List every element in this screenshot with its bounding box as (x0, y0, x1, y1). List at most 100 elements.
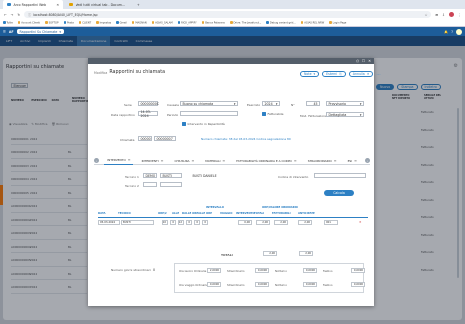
more-icon[interactable]: ⋯ (376, 72, 380, 77)
checkbox-checked[interactable] (262, 112, 266, 116)
grid-cell-v2[interactable]: 0 (170, 220, 176, 225)
tab-5[interactable]: STRAORDINARIO ☰ (305, 157, 340, 165)
bookmark-item[interactable]: Login Page (329, 21, 346, 25)
grid-col-header[interactable]: DATA (98, 212, 106, 215)
codice-input[interactable] (314, 173, 366, 178)
tecnico2-surname[interactable] (160, 182, 182, 187)
star-icon[interactable]: ☆ (425, 13, 428, 17)
menu-toggle-icon[interactable]: ☰ (3, 30, 6, 34)
tecnico2-code[interactable] (143, 182, 157, 187)
breadcrumb[interactable]: Modifica (94, 71, 107, 75)
chiamata-number[interactable]: 00000007 (154, 136, 176, 141)
bookmark-item[interactable]: CLIENT (78, 21, 91, 25)
print-icon[interactable]: ⎙ (356, 59, 359, 63)
chevron-down-icon: ▾ (233, 101, 236, 106)
download-icon[interactable]: ⇩ (442, 13, 445, 17)
reload-icon[interactable]: ↻ (17, 13, 20, 17)
grid-cell-v1[interactable]: 10 (162, 220, 168, 225)
esterni-button[interactable]: Esterni ⎘ (322, 71, 346, 77)
new-tab-icon[interactable]: + (137, 3, 140, 7)
tecnico1-surname[interactable]: BUSTI (160, 173, 182, 178)
grid-cell-ant[interactable]: 001 (324, 220, 338, 225)
tab-close-icon[interactable]: ✕ (56, 3, 59, 7)
grid-col-header[interactable]: ANTICIPATE (298, 212, 315, 215)
serie-input[interactable]: 00000000C (138, 101, 159, 106)
grid-cell-data[interactable]: 05-03-2024 (98, 220, 120, 225)
bell-icon[interactable]: 🔔 (444, 30, 448, 34)
data-input[interactable]: 14-03-2024 (138, 110, 158, 118)
bookmark-item[interactable]: Impostaz (96, 21, 111, 25)
user-avatar[interactable] (456, 28, 462, 35)
grid-cell-v3[interactable]: 12 (178, 220, 184, 225)
tab-prev-icon[interactable]: ‹ (94, 158, 99, 163)
profile-avatar[interactable] (448, 12, 454, 17)
grid-col-header[interactable]: TECNICO (118, 212, 131, 215)
summary-label: Festivo (323, 269, 333, 273)
tab-label: MATERIALI (205, 158, 221, 163)
checkbox-checked[interactable] (182, 122, 186, 126)
periodo-input[interactable] (180, 111, 238, 116)
grid-col-header[interactable]: ALLE ORE (198, 212, 212, 215)
grid-cell-fatt[interactable]: 2,00 (298, 220, 312, 225)
bookmark-item[interactable]: AGIAS_SALAM (151, 21, 173, 25)
mod-fatt-select[interactable]: Dettagliata ▾ (326, 112, 364, 117)
n-input[interactable]: 45 (306, 101, 320, 106)
browser-tab-active[interactable]: Arco Rapportini Web ✕ (3, 0, 63, 9)
grid-cell-v4[interactable]: 0 (186, 220, 192, 225)
bookmark-item[interactable]: Debug variant grid... (266, 21, 296, 25)
stato-select[interactable]: Provvisorio ▾ (326, 101, 364, 106)
bookmark-item[interactable]: Banca Palavano (201, 21, 225, 25)
bookmark-item[interactable]: RICK_APPIFY (177, 21, 197, 25)
grid-cell-v5[interactable]: 0 (194, 220, 200, 225)
note-button[interactable]: Note ▾ (300, 71, 320, 77)
browser-tab[interactable]: Vedi tutti virtual tab - Docum... (65, 0, 135, 9)
tab-0[interactable]: INTERVENTO ☰ (104, 157, 134, 165)
bookmark-item[interactable]: AGIAS REL NRW (300, 21, 324, 25)
extension-icon[interactable]: ⊞ (435, 13, 438, 17)
bookmark-item[interactable]: Posta (63, 21, 74, 25)
bookmark-item[interactable]: Gmail (116, 21, 127, 25)
grid-cell-tecnico[interactable]: BUSTI (121, 220, 154, 225)
bookmark-item[interactable]: Account Clienti (17, 21, 40, 25)
annulla-button[interactable]: Annulla ✕ (348, 71, 374, 77)
esercizio-select[interactable]: 2024 ▾ (262, 101, 280, 106)
bookmark-item[interactable]: Drive: The Javafunct... (230, 21, 261, 25)
grid-col-header[interactable]: TOTALI (254, 212, 264, 215)
maximize-icon[interactable]: ☐ (362, 59, 365, 63)
grid-cell-totali[interactable]: 2,00 (274, 220, 288, 225)
tab-3[interactable]: MATERIALI ☰ (202, 157, 228, 165)
grid-cell-viaggio[interactable]: 0,00 (238, 220, 252, 225)
tab-next-icon[interactable]: › (364, 158, 370, 163)
fatturabile-checkbox[interactable]: Fatturabile (262, 112, 284, 116)
causale-select[interactable]: Buono su chiamata ▾ (180, 101, 238, 106)
calcola-button[interactable]: Calcola (324, 190, 354, 196)
help-icon[interactable]: ? (451, 30, 453, 34)
chevron-down-icon[interactable]: ▾ (59, 30, 61, 34)
tab-6[interactable]: ESI ☰ (345, 157, 360, 165)
summary-value: 0,0000 (351, 268, 365, 273)
grid-cell-intervento[interactable]: 2,00 (256, 220, 270, 225)
forward-icon[interactable]: → (11, 13, 14, 17)
tab-2[interactable]: CHIUSURA ☰ (171, 157, 197, 165)
bookmark-item[interactable]: Tutte (3, 21, 13, 25)
grid-col-header[interactable]: ALLE (172, 212, 179, 215)
chiamata-input[interactable]: 00000 (138, 136, 152, 141)
grid-col-header[interactable]: VIAGGIO (220, 212, 232, 215)
grid-col-header[interactable]: DALLE ORE (182, 212, 198, 215)
grid-col-header[interactable]: FATTURABILI (272, 212, 291, 215)
back-icon[interactable]: ← (4, 13, 7, 17)
intervento-checkbox[interactable]: Intervento in Reperibilità (182, 122, 225, 126)
tecnico1-code[interactable]: DEMO (143, 173, 157, 178)
bookmark-item[interactable]: SOFTOP (45, 21, 59, 25)
tecnico1-fullname[interactable]: BUSTI DANIELE (190, 173, 240, 178)
menu-icon[interactable]: ⋮ (458, 13, 461, 17)
grid-col-header[interactable]: INTERVENTO (236, 212, 255, 215)
tab-4[interactable]: FATTURABILITÀ ORDINARIA E A CORPO ☰ (233, 157, 299, 165)
bookmark-item[interactable]: MAGNAN (131, 21, 147, 25)
tab-1[interactable]: INTERVENTI ☰ (139, 157, 167, 165)
row-delete-icon[interactable]: ✕ (359, 220, 362, 224)
address-bar[interactable]: ⓘ localhost:8080/AI40_LIFT_EQU/Home.jsp … (24, 11, 432, 18)
close-icon[interactable]: ✕ (368, 59, 371, 63)
grid-col-header[interactable]: ORE/2 (158, 212, 167, 215)
grid-cell-v6[interactable]: 0 (202, 220, 208, 225)
